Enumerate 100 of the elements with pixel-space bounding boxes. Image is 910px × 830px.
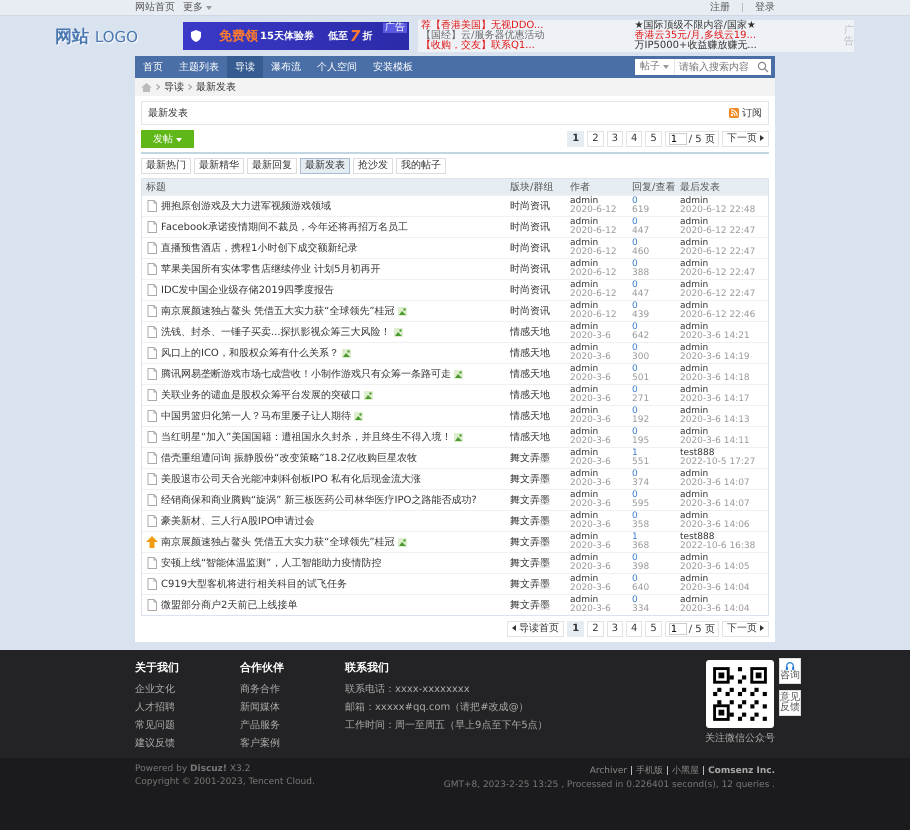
author-link[interactable]: admin <box>570 470 632 479</box>
last-poster-link[interactable]: admin <box>680 470 768 479</box>
thread-title-link[interactable]: 拥抱原创游戏及大力进军视频游戏领域 <box>161 199 331 213</box>
forum-link[interactable]: 舞文弄墨 <box>510 535 570 549</box>
ad-banner[interactable]: 免费领 15天体验券 低至 7折 广告 <box>183 22 409 50</box>
thread-title-link[interactable]: 借壳重组遭问询 振静股份“改变策略”18.2亿收购巨星农牧 <box>161 451 417 465</box>
forum-link[interactable]: 舞文弄墨 <box>510 514 570 528</box>
forum-link[interactable]: 舞文弄墨 <box>510 598 570 612</box>
page-link[interactable]: 1 <box>567 621 584 637</box>
thread-title-link[interactable]: 中国男篮归化第一人？马布里屡子让人期待 <box>161 409 351 423</box>
author-link[interactable]: admin <box>570 428 632 437</box>
thread-title-link[interactable]: 关联业务的谴血是股权众筹平台发展的突破口 <box>161 388 361 402</box>
back-link[interactable]: 导读首页 <box>507 621 564 637</box>
last-poster-link[interactable]: test888 <box>680 532 768 542</box>
search-scope-select[interactable]: 帖子 <box>634 59 675 75</box>
last-poster-link[interactable]: test888 <box>680 448 768 458</box>
forum-link[interactable]: 时尚资讯 <box>510 304 570 318</box>
rss-icon[interactable] <box>729 108 739 118</box>
footer-link[interactable]: Archiver <box>590 766 628 776</box>
page-link[interactable]: 2 <box>587 131 604 147</box>
forum-link[interactable]: 情感天地 <box>510 430 570 444</box>
search-icon[interactable] <box>755 59 771 75</box>
forum-link[interactable]: 情感天地 <box>510 388 570 402</box>
thread-title-link[interactable]: 南京展颜速独占鳌头 凭借五大实力获“全球领先”桂冠 <box>161 304 395 318</box>
thread-title-link[interactable]: 美股退市公司天合光能冲刺科创板IPO 私有化后现金流大涨 <box>161 472 422 486</box>
author-link[interactable]: admin <box>570 280 632 290</box>
author-link[interactable]: admin <box>570 364 632 374</box>
next-page-link[interactable]: 下一页 <box>722 131 769 147</box>
author-link[interactable]: admin <box>570 512 632 521</box>
footer-link[interactable]: 产品服务 <box>240 718 345 732</box>
last-poster-link[interactable]: admin <box>680 490 768 500</box>
text-ad-link[interactable]: 【收购，交友】联系Q1... <box>421 41 630 51</box>
nav-tab[interactable]: 导读 <box>227 56 263 78</box>
forum-link[interactable]: 舞文弄墨 <box>510 472 570 486</box>
forum-link[interactable]: 时尚资讯 <box>510 220 570 234</box>
forum-link[interactable]: 情感天地 <box>510 346 570 360</box>
site-logo[interactable]: 网站 LOGO <box>55 24 175 48</box>
author-link[interactable]: admin <box>570 532 632 542</box>
text-ad-link[interactable]: 【国经】云/服务器优惠活动 <box>421 31 630 41</box>
footer-link[interactable]: 新闻媒体 <box>240 700 345 714</box>
nav-tab[interactable]: 瀑布流 <box>263 56 309 78</box>
page-link[interactable]: 2 <box>587 621 604 637</box>
page-input[interactable]: 1 <box>668 133 687 145</box>
forum-link[interactable]: 时尚资讯 <box>510 262 570 276</box>
thread-title-link[interactable]: 直播预售酒店，携程1小时创下成交额新纪录 <box>161 241 358 255</box>
thread-title-link[interactable]: 微盟部分商户2天前已上线接单 <box>161 598 298 612</box>
last-poster-link[interactable]: admin <box>680 196 768 206</box>
thread-title-link[interactable]: IDC发中国企业级存储2019四季度报告 <box>161 283 334 297</box>
forum-link[interactable]: 情感天地 <box>510 367 570 381</box>
breadcrumb-link[interactable]: 最新发表 <box>196 80 236 94</box>
forum-link[interactable]: 舞文弄墨 <box>510 451 570 465</box>
thread-title-link[interactable]: C919大型客机将进行相关科目的试飞任务 <box>161 577 348 591</box>
author-link[interactable]: admin <box>570 238 632 248</box>
thread-title-link[interactable]: 经销商保和商业腾购“旋涡” 新三板医药公司林华医疗IPO之路能否成功? <box>161 493 477 507</box>
last-poster-link[interactable]: admin <box>680 218 768 227</box>
last-poster-link[interactable]: admin <box>680 428 768 437</box>
author-link[interactable]: admin <box>570 322 632 332</box>
page-link[interactable]: 5 <box>645 131 662 147</box>
last-poster-link[interactable]: admin <box>680 260 768 269</box>
author-link[interactable]: admin <box>570 218 632 227</box>
forum-link[interactable]: 时尚资讯 <box>510 283 570 297</box>
last-poster-link[interactable]: admin <box>680 574 768 584</box>
page-link[interactable]: 3 <box>606 131 623 147</box>
search-input[interactable]: 请输入搜索内容 <box>675 59 755 75</box>
page-link[interactable]: 3 <box>606 621 623 637</box>
forum-link[interactable]: 情感天地 <box>510 325 570 339</box>
filter-tab[interactable]: 抢沙发 <box>353 158 393 174</box>
filter-tab[interactable]: 最新发表 <box>300 158 350 174</box>
subscribe-link[interactable]: 订阅 <box>742 106 762 120</box>
forum-link[interactable]: 时尚资讯 <box>510 199 570 213</box>
author-link[interactable]: admin <box>570 574 632 584</box>
footer-link[interactable]: Comsenz Inc. <box>708 766 775 776</box>
filter-tab[interactable]: 最新精华 <box>194 158 244 174</box>
last-poster-link[interactable]: admin <box>680 512 768 521</box>
footer-link[interactable]: 商务合作 <box>240 682 345 696</box>
author-link[interactable]: admin <box>570 554 632 563</box>
footer-link[interactable]: 人才招聘 <box>135 700 240 714</box>
next-page-link[interactable]: 下一页 <box>722 621 769 637</box>
page-link[interactable]: 5 <box>645 621 662 637</box>
author-link[interactable]: admin <box>570 196 632 206</box>
float-tool-button[interactable]: 意见反馈 <box>779 690 801 716</box>
footer-link[interactable]: 手机版 <box>636 764 664 777</box>
last-poster-link[interactable]: admin <box>680 364 768 374</box>
text-ad-link[interactable]: ★国际顶级不限内容/国家★ <box>634 21 844 31</box>
home-link[interactable]: 网站首页 <box>135 2 175 14</box>
nav-tab[interactable]: 安装模板 <box>365 56 421 78</box>
last-poster-link[interactable]: admin <box>680 344 768 353</box>
thread-title-link[interactable]: 苹果美国所有实体零售店继续停业 计划5月初再开 <box>161 262 381 276</box>
footer-link[interactable]: 企业文化 <box>135 682 240 696</box>
more-menu[interactable]: 更多 <box>183 2 212 14</box>
forum-link[interactable]: 舞文弄墨 <box>510 577 570 591</box>
home-icon[interactable] <box>141 82 152 92</box>
last-poster-link[interactable]: admin <box>680 238 768 248</box>
last-poster-link[interactable]: admin <box>680 386 768 395</box>
filter-tab[interactable]: 我的帖子 <box>396 158 446 174</box>
forum-link[interactable]: 舞文弄墨 <box>510 556 570 570</box>
page-link[interactable]: 1 <box>567 131 584 147</box>
page-input[interactable]: 1 <box>668 623 687 635</box>
last-poster-link[interactable]: admin <box>680 596 768 605</box>
breadcrumb-link[interactable]: 导读 <box>164 80 184 94</box>
